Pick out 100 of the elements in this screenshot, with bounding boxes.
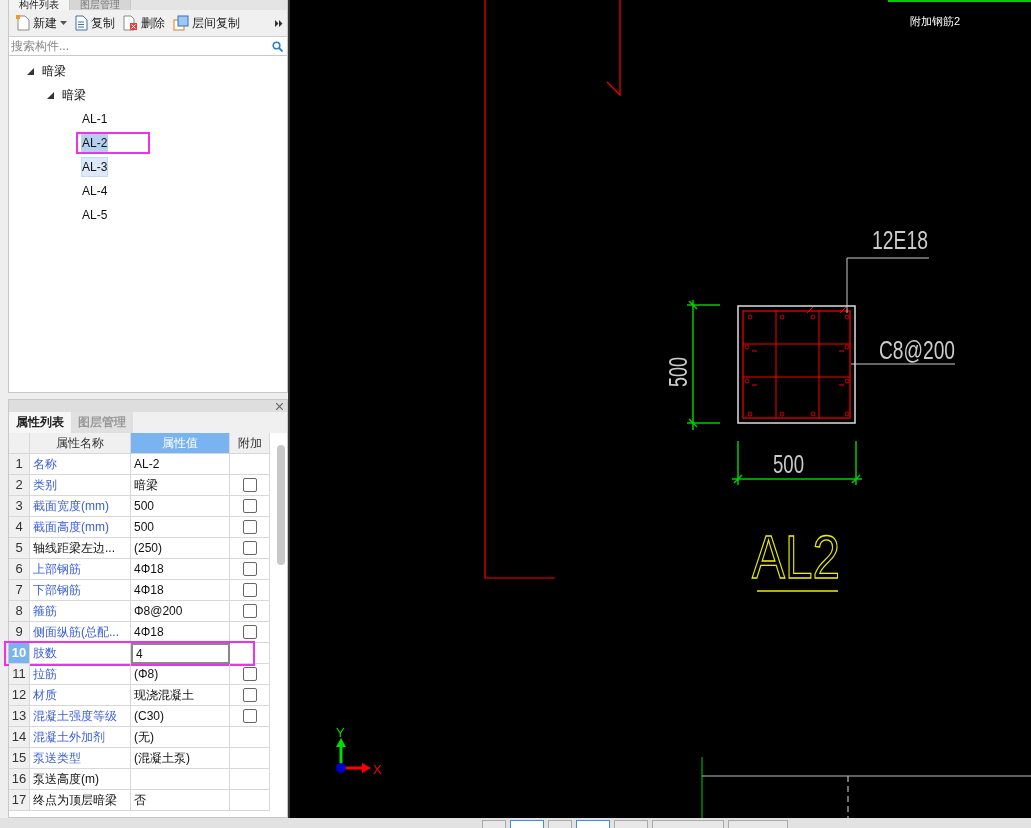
checkbox[interactable] [242, 583, 257, 597]
dimension-text: 500 [773, 450, 815, 478]
property-name: 混凝土强度等级 [30, 706, 131, 727]
row-number: 2 [9, 475, 30, 496]
property-name: 类别 [30, 475, 131, 496]
scrollbar-thumb[interactable] [277, 445, 285, 565]
property-name: 箍筋 [30, 601, 131, 622]
checkbox[interactable] [242, 499, 257, 513]
row-number: 6 [9, 559, 30, 580]
column-header[interactable]: 属性名称 [30, 433, 131, 454]
property-value[interactable]: 4Φ18 [131, 622, 230, 643]
toolbar-button[interactable]: 层间复制 [170, 12, 243, 34]
row-number: 12 [9, 685, 30, 706]
checkbox[interactable] [242, 709, 257, 723]
expanded-triangle-icon[interactable] [47, 91, 54, 99]
new-document-icon [16, 15, 30, 31]
property-value[interactable]: 现浇混凝土 [131, 685, 230, 706]
property-name: 截面高度(mm) [30, 517, 131, 538]
axis-label: X [373, 762, 382, 777]
property-value[interactable]: (Φ8) [131, 664, 230, 685]
checkbox[interactable] [242, 541, 257, 555]
checkbox[interactable] [242, 688, 257, 702]
table-cell [230, 790, 270, 811]
axis-indicator-icon [336, 738, 371, 773]
property-name: 下部钢筋 [30, 580, 131, 601]
property-value[interactable]: 4Φ18 [131, 559, 230, 580]
property-name: 拉筋 [30, 664, 131, 685]
checkbox[interactable] [242, 478, 257, 492]
stirrup-label: C8@200 [879, 336, 979, 364]
property-value[interactable]: (无) [131, 727, 230, 748]
toolbar-button[interactable]: 新建 [13, 12, 70, 34]
expanded-triangle-icon[interactable] [27, 67, 34, 75]
property-value[interactable]: 500 [131, 517, 230, 538]
toolbar-button[interactable] [510, 820, 544, 828]
panel-tab[interactable]: 属性列表 [9, 412, 71, 433]
property-value[interactable]: (混凝土泵) [131, 748, 230, 769]
row-number: 13 [9, 706, 30, 727]
property-name: 混凝土外加剂 [30, 727, 131, 748]
row-number: 5 [9, 538, 30, 559]
property-name: 泵送高度(m) [30, 769, 131, 790]
toolbar-button[interactable]: 复制 [72, 12, 118, 34]
row-number: 7 [9, 580, 30, 601]
toolbar-button[interactable]: 删除 [120, 12, 168, 34]
tree-item[interactable]: AL-4 [81, 181, 109, 201]
axis-label: Y [336, 725, 345, 740]
layers-icon [173, 15, 189, 31]
more-chevron-icon[interactable] [275, 19, 283, 27]
property-name: 肢数 [30, 643, 131, 664]
tree-item[interactable]: AL-1 [81, 109, 109, 129]
table-cell [230, 769, 270, 790]
property-value[interactable]: (C30) [131, 706, 230, 727]
property-name: 泵送类型 [30, 748, 131, 769]
search-icon[interactable] [272, 40, 283, 52]
property-name: 截面宽度(mm) [30, 496, 131, 517]
property-value[interactable]: 否 [131, 790, 230, 811]
row-number: 9 [9, 622, 30, 643]
property-name: 终点为顶层暗梁 [30, 790, 131, 811]
checkbox[interactable] [242, 625, 257, 639]
table-cell [230, 748, 270, 769]
row-number: 16 [9, 769, 30, 790]
property-value[interactable]: AL-2 [131, 454, 230, 475]
tree-item[interactable]: 暗梁 [61, 85, 87, 105]
toolbar-button[interactable] [576, 820, 610, 828]
row-number: 3 [9, 496, 30, 517]
section-name: AL2 [752, 522, 863, 591]
row-number: 4 [9, 517, 30, 538]
property-name: 轴线距梁左边... [30, 538, 131, 559]
property-value[interactable]: Φ8@200 [131, 601, 230, 622]
tree-item[interactable]: AL-3 [81, 157, 109, 177]
tree-item[interactable]: AL-2 [81, 133, 109, 153]
delete-document-icon [123, 15, 138, 31]
tree-item[interactable]: 暗梁 [41, 61, 67, 81]
drawing-label: 附加钢筋2 [910, 15, 961, 27]
value-input-field[interactable]: 4 [131, 643, 230, 664]
checkbox[interactable] [242, 520, 257, 534]
property-value[interactable]: 4Φ18 [131, 580, 230, 601]
property-name: 材质 [30, 685, 131, 706]
corner-cell [9, 433, 30, 454]
document-icon [75, 15, 88, 31]
row-number: 11 [9, 664, 30, 685]
close-icon[interactable] [276, 402, 283, 410]
property-name: 侧面纵筋(总配... [30, 622, 131, 643]
property-value[interactable]: (250) [131, 538, 230, 559]
tree-item[interactable]: AL-5 [81, 205, 109, 225]
checkbox[interactable] [242, 604, 257, 618]
property-value[interactable]: 暗梁 [131, 475, 230, 496]
row-number: 1 [9, 454, 30, 475]
row-number: 14 [9, 727, 30, 748]
property-value[interactable]: 500 [131, 496, 230, 517]
search-field[interactable]: 搜索构件... [11, 39, 272, 53]
row-number: 8 [9, 601, 30, 622]
checkbox[interactable] [242, 562, 257, 576]
column-header[interactable]: 附加 [230, 433, 270, 454]
checkbox[interactable] [242, 667, 257, 681]
dimension-text: 500 [664, 345, 692, 387]
property-name: 名称 [30, 454, 131, 475]
property-name: 上部钢筋 [30, 559, 131, 580]
row-number: 15 [9, 748, 30, 769]
row-number: 10 [9, 643, 30, 664]
row-number: 17 [9, 790, 30, 811]
